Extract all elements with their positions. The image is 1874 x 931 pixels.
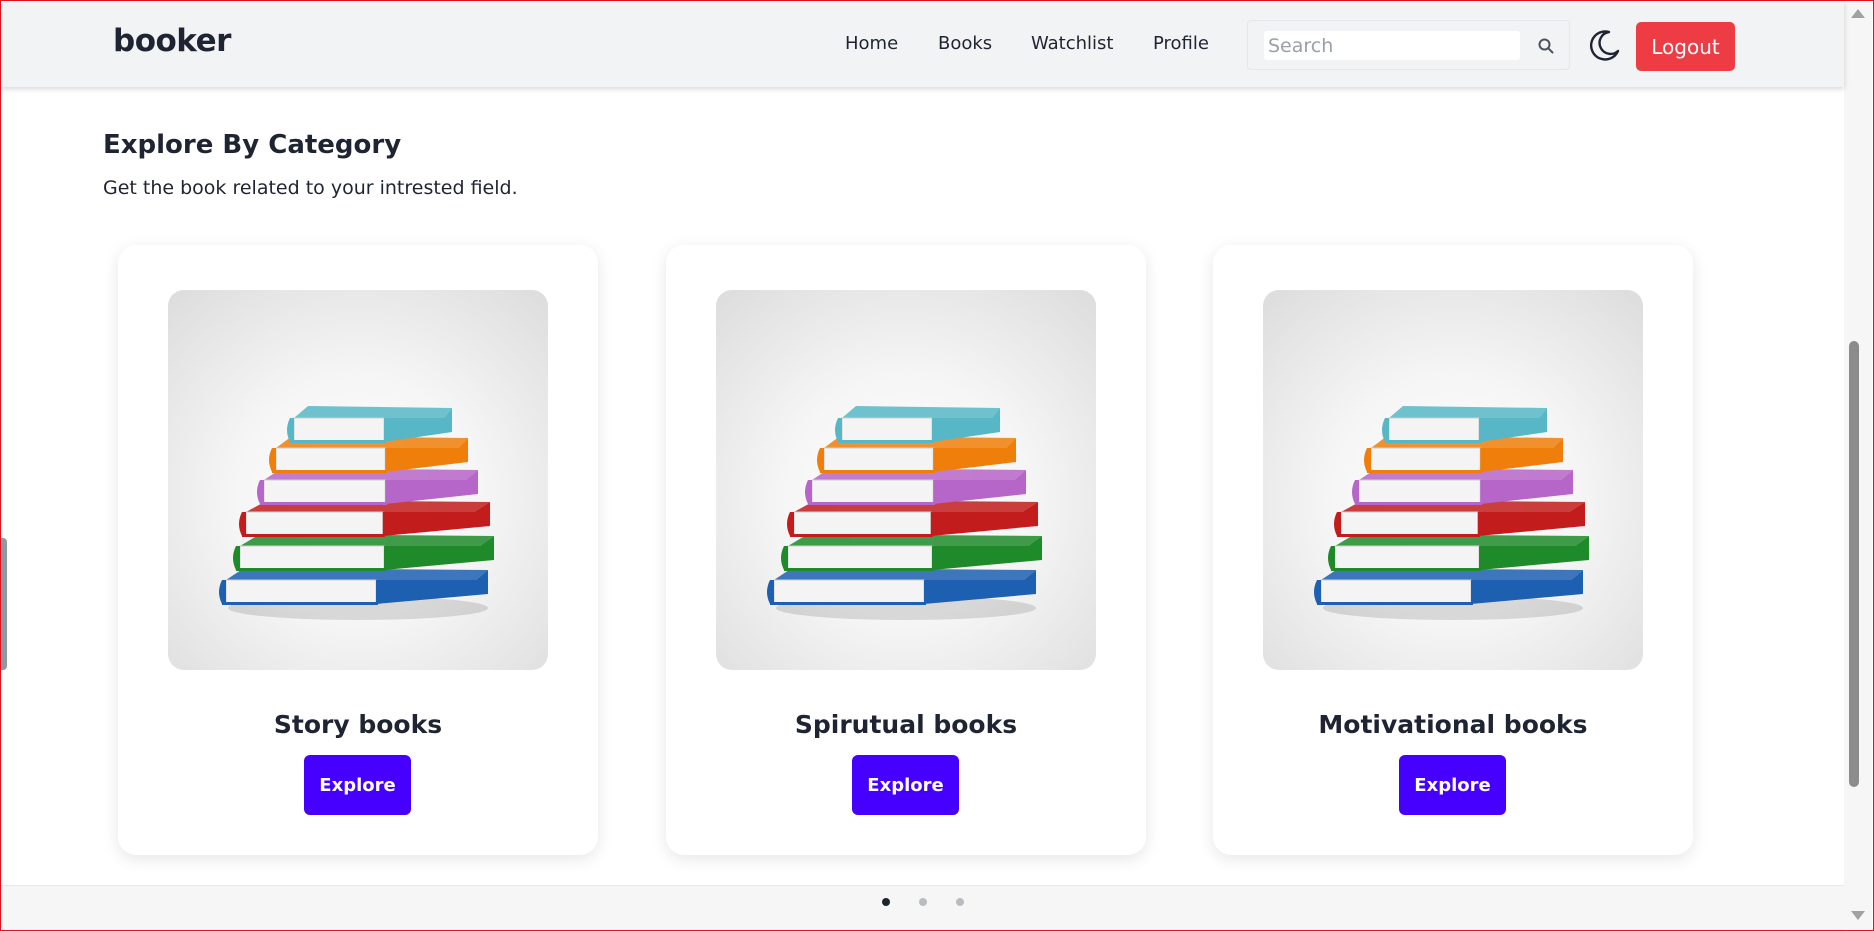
- nav-profile[interactable]: Profile: [1153, 33, 1209, 54]
- section-subtitle: Get the book related to your intrested f…: [103, 177, 518, 199]
- search-icon[interactable]: [1537, 37, 1555, 55]
- card-title: Motivational books: [1318, 710, 1588, 739]
- nav-home[interactable]: Home: [845, 33, 898, 54]
- book-stack-image: [168, 290, 548, 670]
- pagination-dot[interactable]: [882, 898, 890, 906]
- pagination-dot[interactable]: [919, 898, 927, 906]
- book-stack-image: [716, 290, 1096, 670]
- scrollbar-thumb[interactable]: [1849, 341, 1859, 787]
- navbar: booker Home Books Watchlist Profile Logo…: [1, 1, 1844, 87]
- side-drawer-handle[interactable]: [1, 538, 7, 670]
- scroll-up-icon[interactable]: [1851, 9, 1865, 18]
- explore-button[interactable]: Explore: [1399, 755, 1506, 815]
- pagination-dot[interactable]: [956, 898, 964, 906]
- logout-button[interactable]: Logout: [1636, 22, 1735, 71]
- scroll-down-icon[interactable]: [1851, 911, 1865, 920]
- moon-icon[interactable]: [1587, 27, 1623, 63]
- category-card-motivational: Motivational books Explore: [1213, 245, 1693, 855]
- explore-button[interactable]: Explore: [304, 755, 411, 815]
- explore-button[interactable]: Explore: [852, 755, 959, 815]
- carousel-footer: [1, 885, 1844, 931]
- card-title: Story books: [273, 710, 443, 739]
- nav-books[interactable]: Books: [938, 33, 992, 54]
- search-input[interactable]: [1264, 31, 1520, 60]
- search-box: [1247, 20, 1570, 70]
- category-card-story: Story books Explore: [118, 245, 598, 855]
- book-stack-image: [1263, 290, 1643, 670]
- category-card-spiritual: Spirutual books Explore: [666, 245, 1146, 855]
- brand-logo[interactable]: booker: [113, 23, 231, 59]
- nav-watchlist[interactable]: Watchlist: [1031, 33, 1113, 54]
- section-title: Explore By Category: [103, 130, 402, 160]
- card-title: Spirutual books: [794, 710, 1018, 739]
